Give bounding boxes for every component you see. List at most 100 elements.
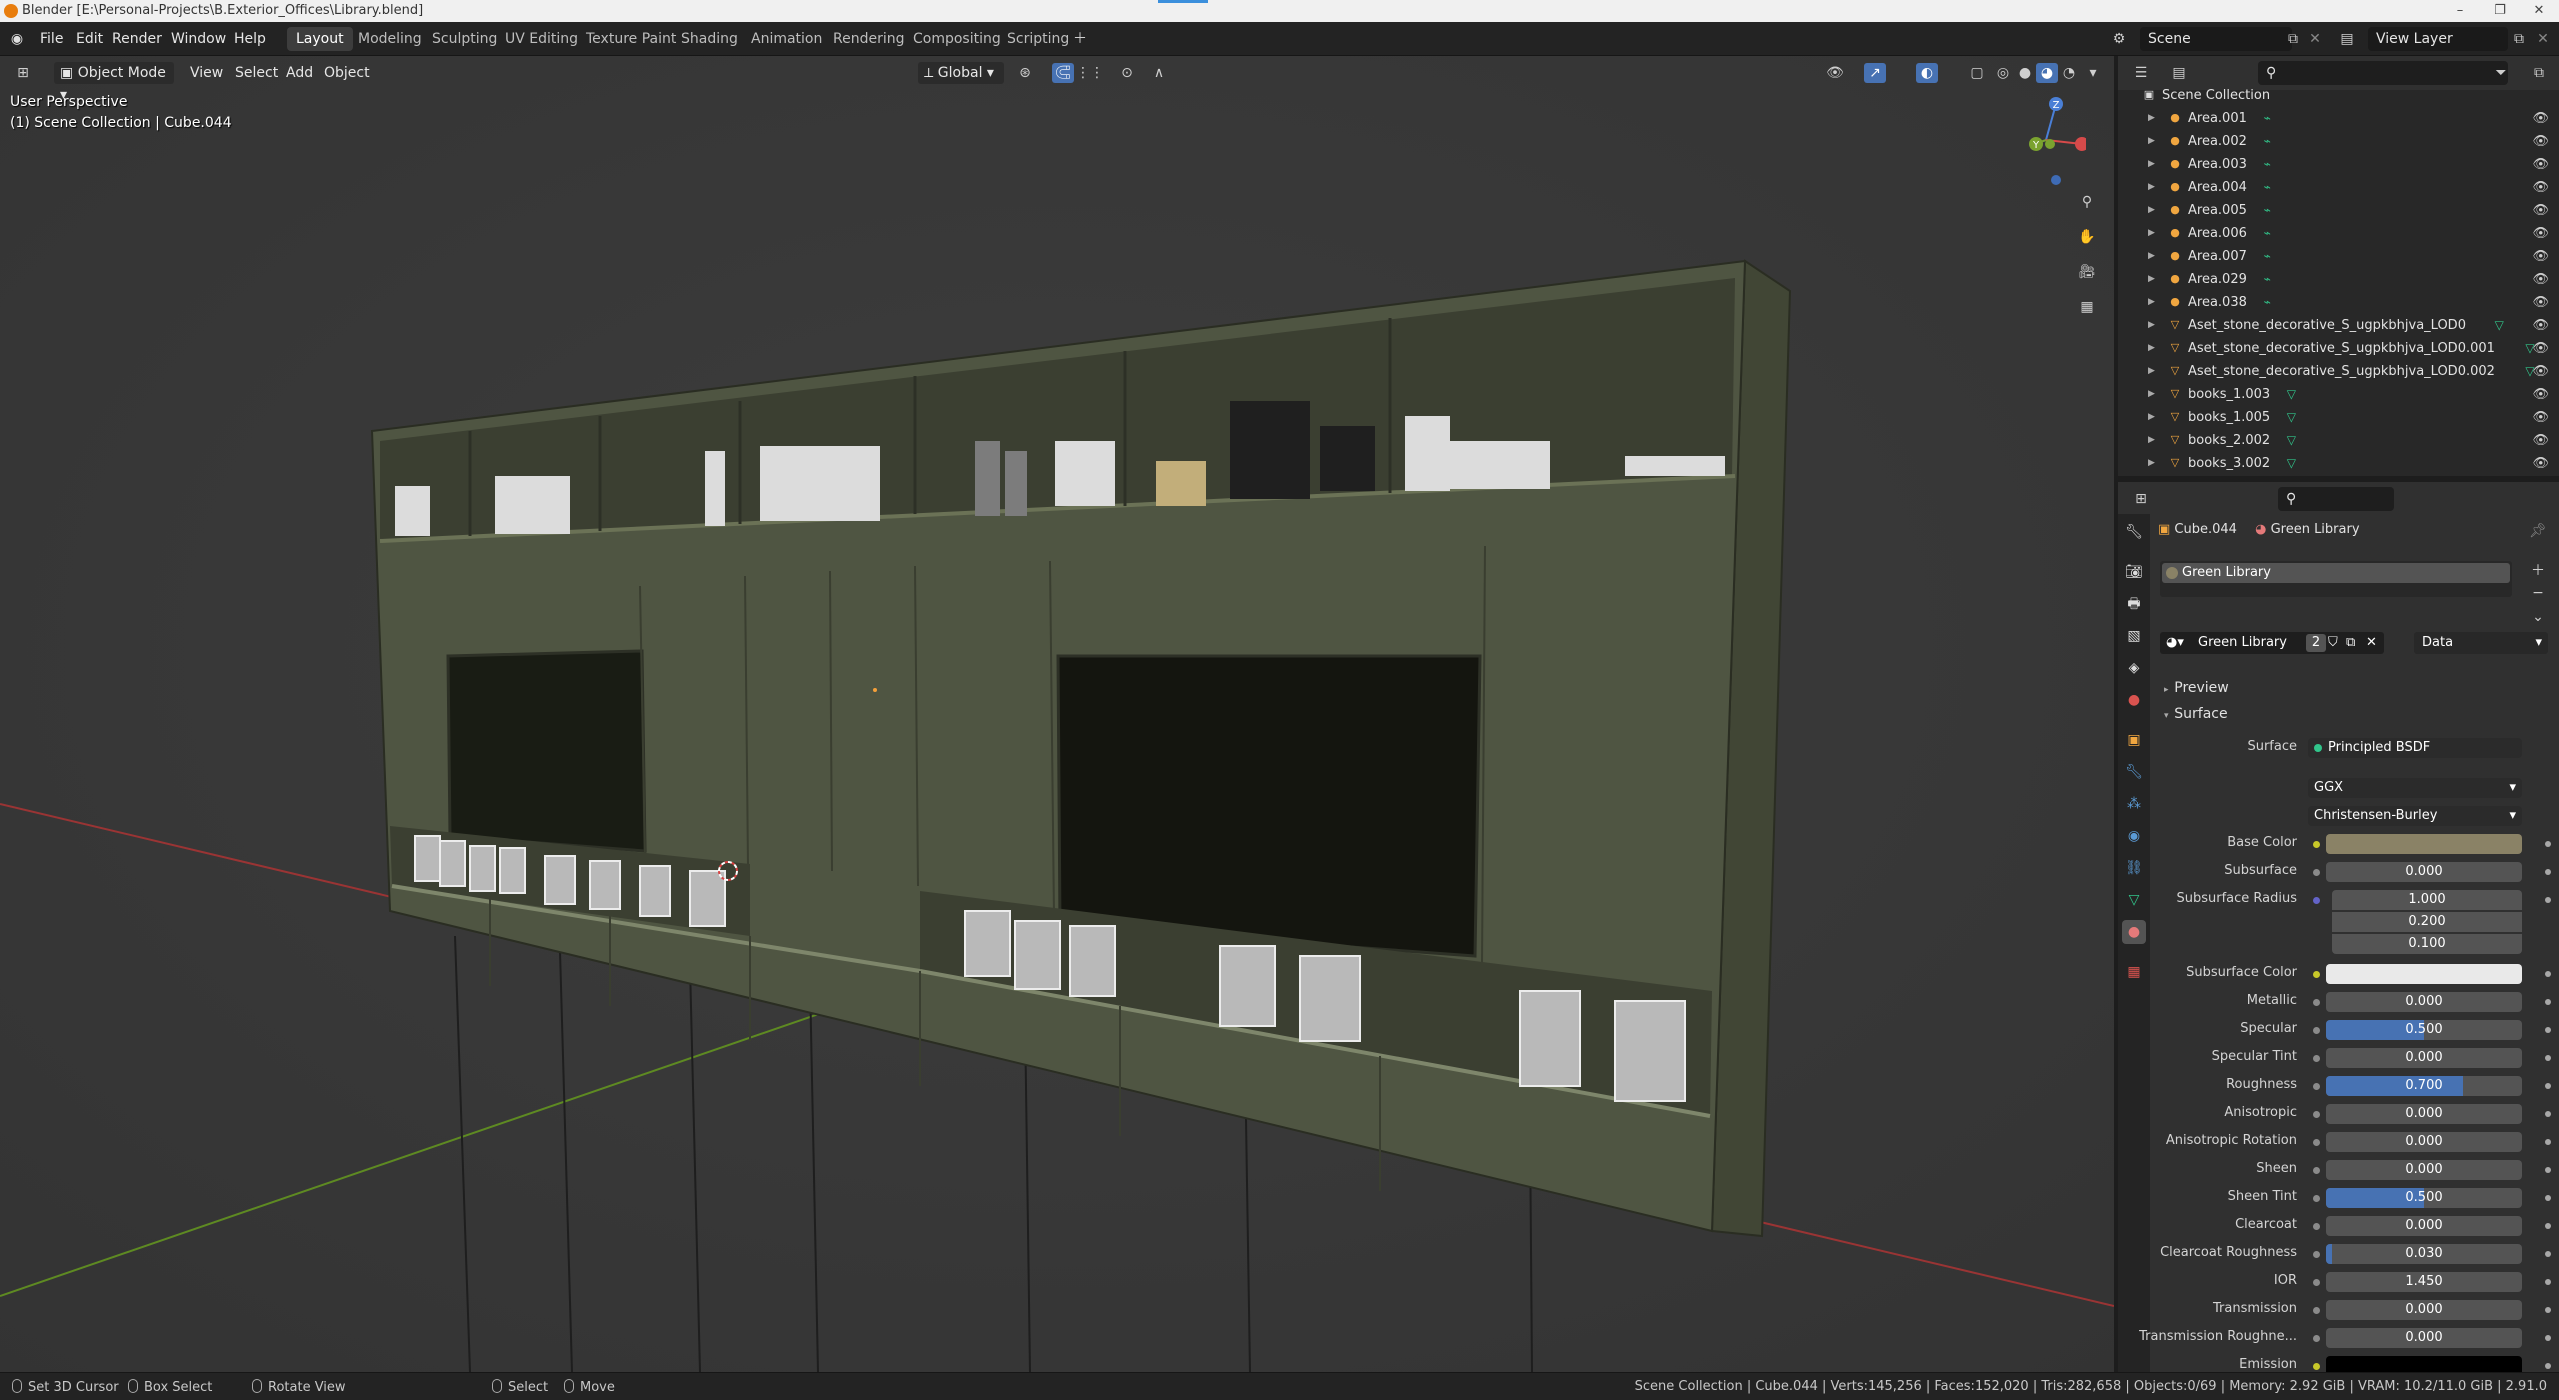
visibility-eye-icon[interactable]: 👁︎ [2532,452,2549,475]
properties-editor-icon[interactable]: ⊞ [2130,488,2152,510]
perspective-grid-icon[interactable]: ▦ [2076,296,2098,318]
keyframe-dot-icon[interactable] [2545,1167,2551,1173]
expand-arrow-icon[interactable]: ▶ [2148,245,2155,268]
physics-tab-icon[interactable]: ◉ [2122,824,2146,848]
expand-arrow-icon[interactable]: ▶ [2148,406,2155,429]
tab-modeling[interactable]: Modeling [349,27,431,51]
remove-slot-icon[interactable]: − [2527,582,2549,604]
light-data-icon[interactable]: ⌁ [2264,153,2271,176]
menu-edit[interactable]: Edit [76,29,103,49]
add-slot-icon[interactable]: ＋ [2527,560,2549,582]
surface-shader-field[interactable]: Principled BSDF [2308,738,2522,758]
visibility-eye-icon[interactable]: 👁︎ [2532,176,2549,199]
keyframe-dot-icon[interactable] [2545,971,2551,977]
mesh-data-icon[interactable]: ▽ [2287,383,2296,406]
property-slider[interactable]: 0.000 [2326,1300,2522,1320]
keyframe-dot-icon[interactable] [2545,869,2551,875]
mesh-data-icon[interactable]: ▽ [2287,452,2296,475]
outliner-item[interactable]: ▶ ▽ books_2.002 ▽ 👁︎ [2118,429,2559,452]
base-color-swatch[interactable] [2326,834,2522,854]
visibility-eye-icon[interactable]: 👁︎ [2532,222,2549,245]
expand-arrow-icon[interactable]: ▶ [2148,153,2155,176]
modifier-tab-icon[interactable]: 🔧︎ [2122,760,2146,784]
outliner-item[interactable]: ▶ ● Area.004 ⌁ 👁︎ [2118,176,2559,199]
editor-type-icon[interactable]: ⊞ [12,63,34,83]
material-users-count[interactable]: 2 [2306,634,2326,652]
visibility-eye-icon[interactable]: 👁︎ [2532,383,2549,406]
outliner-item[interactable]: ▶ ● Area.001 ⌁ 👁︎ [2118,107,2559,130]
light-data-icon[interactable]: ⌁ [2264,199,2271,222]
light-data-icon[interactable]: ⌁ [2264,130,2271,153]
data-tab-icon[interactable]: ▽ [2122,888,2146,912]
tab-sculpting[interactable]: Sculpting [423,27,506,51]
keyframe-dot-icon[interactable] [2545,1083,2551,1089]
scene-tab-icon[interactable]: ◈ [2122,656,2146,680]
shading-material-icon[interactable]: ◕ [2036,63,2058,83]
tab-uv-editing[interactable]: UV Editing [496,27,587,51]
shading-wireframe-icon[interactable]: ◎ [1992,63,2014,83]
outliner-item[interactable]: ▶ ● Area.005 ⌁ 👁︎ [2118,199,2559,222]
light-data-icon[interactable]: ⌁ [2264,107,2271,130]
outliner-item[interactable]: ▶ ● Area.003 ⌁ 👁︎ [2118,153,2559,176]
menu-render[interactable]: Render [112,29,162,49]
zoom-icon[interactable]: ⚲ [2076,191,2098,213]
outliner-item[interactable]: ▶ ● Area.007 ⌁ 👁︎ [2118,245,2559,268]
tab-rendering[interactable]: Rendering [824,27,914,51]
menu-help[interactable]: Help [234,29,266,49]
keyframe-dot-icon[interactable] [2545,897,2551,903]
delete-view-layer-icon[interactable]: ✕ [2532,28,2554,50]
visibility-eye-icon[interactable]: 👁︎ [2532,107,2549,130]
outliner-item[interactable]: ▶ ▽ books_3.002 ▽ 👁︎ [2118,452,2559,475]
add-workspace-icon[interactable]: ＋ [1069,28,1091,50]
overlay-toggle-icon[interactable]: ◐ [1916,63,1938,83]
menu-window[interactable]: Window [171,29,226,49]
constraints-tab-icon[interactable]: ⛓︎ [2122,856,2146,880]
tab-layout[interactable]: Layout [287,27,353,51]
navigation-gizmo[interactable]: Z Y [2006,92,2086,192]
object-tab-icon[interactable]: ▣ [2122,728,2146,752]
shading-solid-icon[interactable]: ● [2014,63,2036,83]
expand-arrow-icon[interactable]: ▶ [2148,360,2155,383]
outliner-item[interactable]: ▶ ● Area.038 ⌁ 👁︎ [2118,291,2559,314]
keyframe-dot-icon[interactable] [2545,1223,2551,1229]
view-layer-selector-icon[interactable]: ▤ [2336,28,2358,50]
pan-hand-icon[interactable]: ✋ [2076,226,2098,248]
outliner-item[interactable]: ▶ ▽ books_1.005 ▽ 👁︎ [2118,406,2559,429]
preview-section[interactable]: ▸ Preview [2150,676,2559,700]
display-mode-icon[interactable]: ▤ [2168,62,2190,84]
duplicate-material-icon[interactable]: ⧉ [2346,632,2355,654]
object-mode-dropdown[interactable]: ▣ Object Mode ▾ [54,62,174,103]
menu-select[interactable]: Select [235,62,278,84]
subsurface-color-swatch[interactable] [2326,964,2522,984]
visibility-eye-icon[interactable]: 👁︎ [2532,337,2549,360]
3d-viewport[interactable]: Z Y ⚲ ✋ 🎥︎ ▦ [0,56,2114,1372]
new-scene-icon[interactable]: ⧉ [2282,28,2304,50]
material-slot[interactable]: Green Library [2162,563,2510,583]
snap-target-icon[interactable]: ⋮⋮ [1076,63,1104,83]
visibility-eye-icon[interactable]: 👁︎ [2532,291,2549,314]
outliner-item[interactable]: ▶ ● Area.006 ⌁ 👁︎ [2118,222,2559,245]
view-layer-field[interactable]: View Layer [2368,27,2508,51]
property-slider[interactable]: 0.000 [2326,1216,2522,1236]
property-slider[interactable]: 0.000 [2326,1104,2522,1124]
proportional-edit-icon[interactable]: ⊙ [1116,63,1138,83]
outliner-item[interactable]: ▶ ▽ Aset_stone_decorative_S_ugpkbhjva_LOD0… [2118,360,2559,383]
material-datablock-field[interactable]: ◕▾ Green Library 2 ⛉ ⧉ ✕ [2160,632,2384,654]
tab-compositing[interactable]: Compositing [904,27,1010,51]
property-slider[interactable]: 0.000 [2326,1048,2522,1068]
slot-menu-icon[interactable]: ⌄ [2527,606,2549,628]
light-data-icon[interactable]: ⌁ [2264,176,2271,199]
filter-icon[interactable]: ⏷ [2490,62,2512,84]
property-slider[interactable]: 0.000 [2326,862,2522,882]
subsurface-radius-z[interactable]: 0.100 [2332,934,2522,954]
pivot-point-icon[interactable]: ⊛ [1014,63,1036,83]
light-data-icon[interactable]: ⌁ [2264,222,2271,245]
delete-scene-icon[interactable]: ✕ [2304,28,2326,50]
fake-user-icon[interactable]: ⛉ [2328,632,2338,654]
gizmo-toggle-icon[interactable]: ↗ [1864,63,1886,83]
output-tab-icon[interactable]: 🖶︎ [2122,592,2146,616]
outliner-item[interactable]: ▶ ▽ books_1.003 ▽ 👁︎ [2118,383,2559,406]
outliner-item[interactable]: ▶ ▽ Aset_stone_decorative_S_ugpkbhjva_LOD0… [2118,314,2559,337]
blender-menu-icon[interactable]: ◉ [6,28,28,50]
unlink-material-icon[interactable]: ✕ [2366,632,2377,654]
